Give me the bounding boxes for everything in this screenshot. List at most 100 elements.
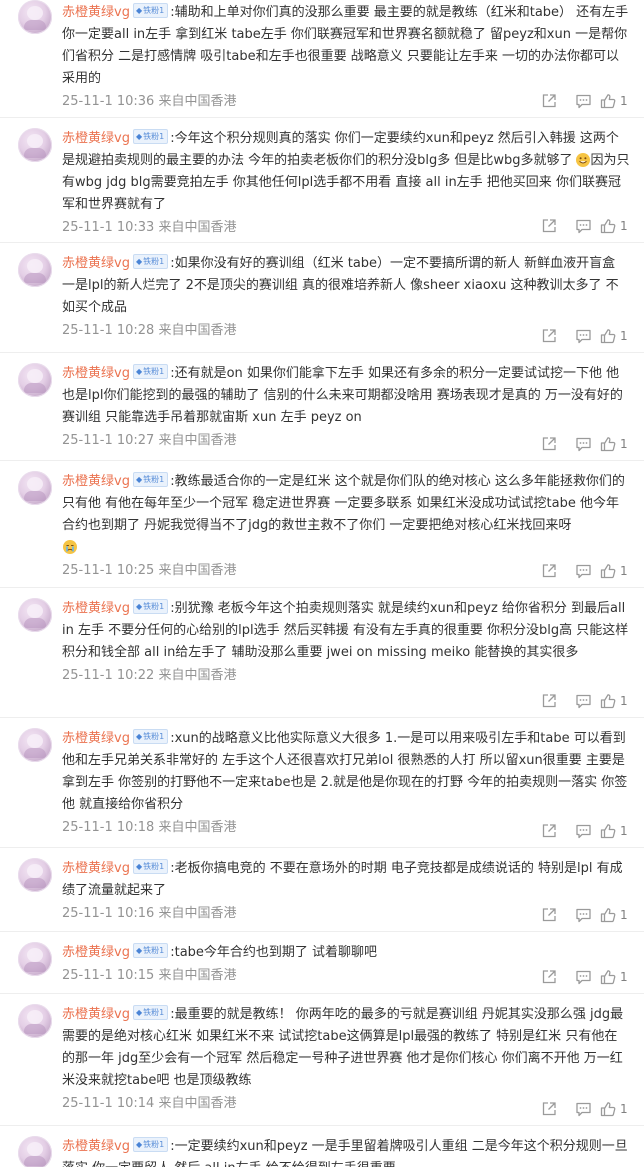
avatar[interactable] (18, 363, 52, 397)
username-link[interactable]: 赤橙黄绿vg (62, 731, 130, 746)
avatar[interactable] (18, 471, 52, 505)
reply-button[interactable] (566, 967, 600, 987)
avatar[interactable] (18, 1136, 52, 1167)
like-button[interactable]: 1 (600, 561, 634, 581)
like-button[interactable]: 1 (600, 326, 634, 346)
fan-badge[interactable]: ◆铁粉1 (132, 859, 169, 874)
like-count: 1 (620, 824, 628, 838)
reply-button[interactable] (566, 91, 600, 111)
username-link[interactable]: 赤橙黄绿vg (62, 1139, 130, 1154)
fan-badge[interactable]: ◆铁粉1 (132, 729, 169, 744)
fan-badge[interactable]: ◆铁粉1 (132, 1005, 169, 1020)
username-link[interactable]: 赤橙黄绿vg (62, 1007, 130, 1022)
share-icon (542, 1102, 556, 1116)
fan-badge-label: 铁粉1 (143, 732, 165, 741)
fan-badge-label: 铁粉1 (143, 862, 165, 871)
share-button[interactable] (532, 434, 566, 454)
comment-text-block: 赤橙黄绿vg ◆铁粉1:辅助和上单对你们真的没那么重要 最主要的就是教练（红米和t… (62, 3, 629, 86)
share-icon (542, 564, 556, 578)
like-button[interactable]: 1 (600, 967, 634, 987)
reply-button[interactable] (566, 1099, 600, 1119)
like-icon (600, 329, 616, 344)
fan-badge[interactable]: ◆铁粉1 (132, 364, 169, 379)
share-icon (542, 908, 556, 922)
like-button[interactable]: 1 (600, 905, 634, 925)
like-button[interactable]: 1 (600, 821, 634, 841)
like-button[interactable]: 1 (600, 691, 634, 711)
like-count: 1 (620, 437, 628, 451)
reply-button[interactable] (566, 216, 600, 236)
share-button[interactable] (532, 326, 566, 346)
grin-emoji-icon (575, 152, 590, 167)
username-link[interactable]: 赤橙黄绿vg (62, 474, 130, 489)
like-count: 1 (620, 1102, 628, 1116)
fan-badge-label: 铁粉1 (143, 1140, 165, 1149)
comment-text-block: 赤橙黄绿vg ◆铁粉1:别犹豫 老板今年这个拍卖规则落实 就是续约xun和peyz… (62, 599, 629, 660)
like-count: 1 (620, 694, 628, 708)
reply-button[interactable] (566, 905, 600, 925)
comment-text-block: 赤橙黄绿vg ◆铁粉1:最重要的就是教练！ 你两年吃的最多的亏就是赛训组 丹妮其实… (62, 1005, 624, 1088)
comment-icon (575, 1102, 591, 1117)
fan-badge[interactable]: ◆铁粉1 (132, 472, 169, 487)
fan-badge[interactable]: ◆铁粉1 (132, 129, 169, 144)
reply-button[interactable] (566, 561, 600, 581)
comment-item: 赤橙黄绿vg ◆铁粉1:教练最适合你的一定是红米 这个就是你们队的绝对核心 这么多… (0, 461, 644, 588)
avatar[interactable] (18, 728, 52, 762)
username-link[interactable]: 赤橙黄绿vg (62, 861, 130, 876)
reply-button[interactable] (566, 691, 600, 711)
comment-item: 赤橙黄绿vg ◆铁粉1:tabe今年合约也到期了 试着聊聊吧 25-11-1 10… (0, 932, 644, 994)
username-link[interactable]: 赤橙黄绿vg (62, 366, 130, 381)
reply-button[interactable] (566, 821, 600, 841)
avatar[interactable] (18, 598, 52, 632)
reply-button[interactable] (566, 326, 600, 346)
username-link[interactable]: 赤橙黄绿vg (62, 256, 130, 271)
share-button[interactable] (532, 967, 566, 987)
like-button[interactable]: 1 (600, 91, 634, 111)
comment-icon (575, 564, 591, 579)
share-button[interactable] (532, 691, 566, 711)
cry-emoji-icon (63, 539, 77, 554)
diamond-icon: ◆ (135, 257, 143, 266)
like-icon (600, 94, 616, 109)
share-button[interactable] (532, 905, 566, 925)
avatar[interactable] (18, 0, 52, 34)
reply-button[interactable] (566, 434, 600, 454)
comment-actions: 1 (532, 905, 634, 925)
share-button[interactable] (532, 216, 566, 236)
share-button[interactable] (532, 561, 566, 581)
share-button[interactable] (532, 91, 566, 111)
fan-badge[interactable]: ◆铁粉1 (132, 254, 169, 269)
diamond-icon: ◆ (135, 946, 143, 955)
fan-badge[interactable]: ◆铁粉1 (132, 599, 169, 614)
avatar[interactable] (18, 942, 52, 976)
share-button[interactable] (532, 1099, 566, 1119)
comment-actions: 1 (532, 216, 634, 236)
like-icon (600, 437, 616, 452)
comment-meta: 25-11-1 10:22 来自中国香港 (62, 668, 237, 683)
comment-actions: 1 (532, 821, 634, 841)
avatar[interactable] (18, 858, 52, 892)
fan-badge[interactable]: ◆铁粉1 (132, 943, 169, 958)
comment-icon (575, 329, 591, 344)
share-icon (542, 219, 556, 233)
like-icon (600, 694, 616, 709)
username-link[interactable]: 赤橙黄绿vg (62, 5, 130, 20)
fan-badge[interactable]: ◆铁粉1 (132, 3, 169, 18)
username-link[interactable]: 赤橙黄绿vg (62, 601, 130, 616)
avatar[interactable] (18, 128, 52, 162)
share-button[interactable] (532, 821, 566, 841)
username-link[interactable]: 赤橙黄绿vg (62, 945, 130, 960)
avatar[interactable] (18, 1004, 52, 1038)
comment-text-block: 赤橙黄绿vg ◆铁粉1:教练最适合你的一定是红米 这个就是你们队的绝对核心 这么多… (62, 471, 630, 559)
like-button[interactable]: 1 (600, 1099, 634, 1119)
avatar[interactable] (18, 253, 52, 287)
like-button[interactable]: 1 (600, 434, 634, 454)
share-icon (542, 437, 556, 451)
like-button[interactable]: 1 (600, 216, 634, 236)
fan-badge[interactable]: ◆铁粉1 (132, 1137, 169, 1152)
fan-badge-label: 铁粉1 (143, 602, 165, 611)
share-icon (542, 694, 556, 708)
comment-text-block: 赤橙黄绿vg ◆铁粉1:一定要续约xun和peyz 一是手里留着牌吸引人重组 二是… (62, 1136, 630, 1167)
comment-item: 赤橙黄绿vg ◆铁粉1:xun的战略意义比他实际意义大很多 1.一是可以用来吸引左… (0, 718, 644, 848)
username-link[interactable]: 赤橙黄绿vg (62, 131, 130, 146)
